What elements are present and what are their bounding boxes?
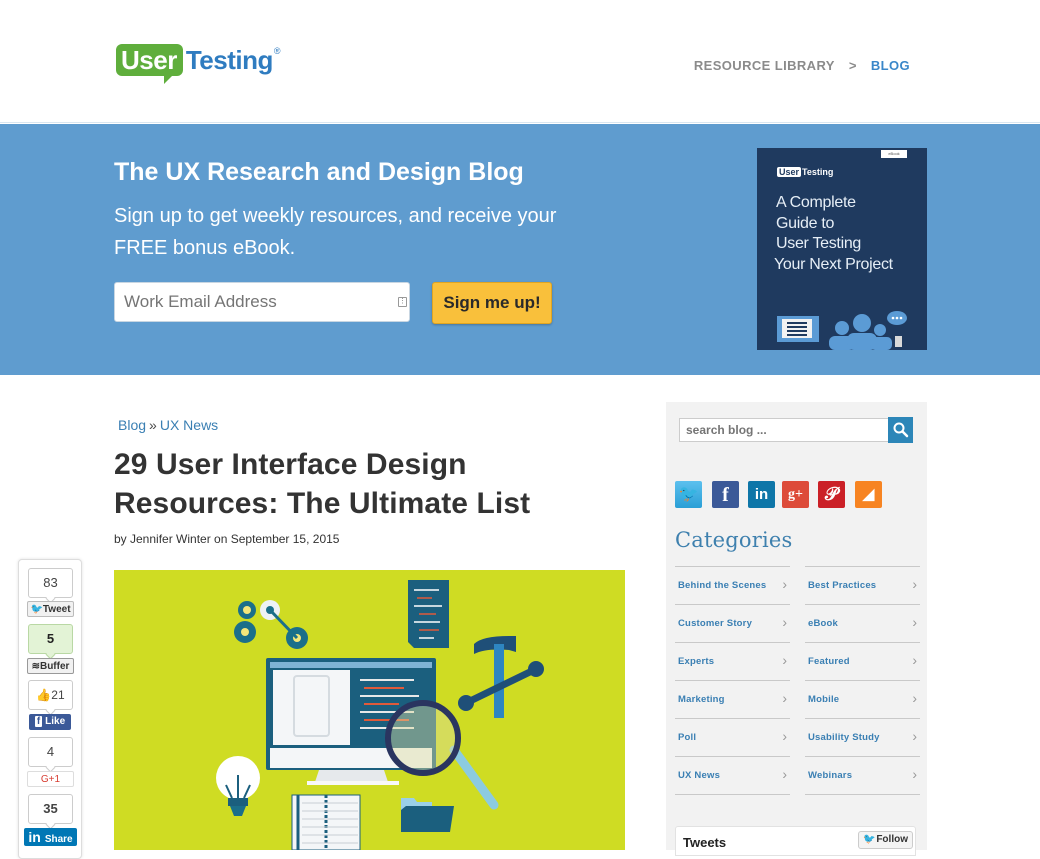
category-featured[interactable]: Featured ›: [805, 642, 920, 680]
magnifying-glass-icon: [385, 700, 499, 810]
folder-icon: [401, 798, 454, 832]
chevron-right-icon: ›: [782, 576, 787, 592]
nav-separator: >: [848, 58, 857, 73]
usertesting-logo[interactable]: User Testing ®: [116, 44, 281, 84]
categories-heading: Categories: [675, 528, 793, 552]
autofill-icon: ⋮: [398, 297, 407, 307]
article-breadcrumb: Blog» UX News: [118, 417, 218, 433]
chevron-right-icon: ›: [782, 652, 787, 668]
buffer-button[interactable]: ≋Buffer: [27, 658, 74, 674]
category-ux-news[interactable]: UX News ›: [675, 756, 790, 794]
twitter-share-count: 83: [28, 568, 73, 598]
sign-me-up-button[interactable]: Sign me up!: [432, 282, 552, 324]
search-button[interactable]: [888, 417, 913, 443]
category-webinars[interactable]: Webinars ›: [805, 756, 920, 794]
category-mobile[interactable]: Mobile ›: [805, 680, 920, 718]
rss-icon[interactable]: ◢: [855, 481, 882, 508]
tools-icon: [458, 636, 544, 718]
facebook-like-button[interactable]: f Like: [29, 714, 71, 730]
ebook-illustration: [777, 311, 907, 350]
google-plus-button[interactable]: G+1: [27, 771, 74, 787]
chevron-right-icon: ›: [782, 766, 787, 782]
chevron-right-icon: ›: [912, 728, 917, 744]
twitter-icon: 🐦: [863, 834, 876, 845]
pinterest-icon[interactable]: 𝒫: [818, 481, 845, 508]
logo-user-text: User: [116, 44, 183, 84]
category-divider: [805, 794, 920, 795]
tweets-heading: Tweets: [683, 835, 727, 850]
facebook-icon[interactable]: f: [712, 481, 739, 508]
post-byline: by Jennifer Winter on September 15, 2015: [114, 532, 340, 546]
lightbulb-icon: [216, 756, 260, 816]
search-icon: [893, 422, 909, 438]
breadcrumb-category-link[interactable]: UX News: [160, 417, 218, 433]
blog-link[interactable]: BLOG: [871, 58, 910, 73]
breadcrumb-separator: »: [149, 417, 157, 433]
chevron-right-icon: ›: [912, 766, 917, 782]
chevron-right-icon: ›: [782, 690, 787, 706]
category-marketing[interactable]: Marketing ›: [675, 680, 790, 718]
ebook-logo: User Testing: [777, 167, 834, 177]
ebook-title: A Complete Guide to User Testing Your Ne…: [774, 194, 893, 273]
buffer-share-count: 5: [28, 624, 73, 654]
linkedin-share-count: 35: [28, 794, 73, 824]
blog-sidebar: 🐦 f in g+ 𝒫 ◢ Categories Behind the Scen…: [666, 402, 927, 856]
resource-library-link[interactable]: RESOURCE LIBRARY: [694, 58, 835, 73]
site-header: User Testing ® RESOURCE LIBRARY > BLOG: [0, 0, 1040, 123]
category-behind-the-scenes[interactable]: Behind the Scenes ›: [675, 566, 790, 604]
gears-icon: [234, 600, 308, 649]
floating-share-bar: 83 🐦Tweet 5 ≋Buffer 👍21 f Like 4 G+1 35 i…: [18, 559, 82, 859]
linkedin-icon[interactable]: in: [748, 481, 775, 508]
thumbs-up-icon: 👍: [36, 688, 52, 702]
twitter-icon: 🐦: [30, 604, 43, 615]
chevron-right-icon: ›: [912, 652, 917, 668]
chevron-right-icon: ›: [912, 614, 917, 630]
linkedin-icon: in: [28, 829, 41, 845]
notebook-icon: [291, 794, 361, 850]
buffer-icon: ≋: [31, 661, 40, 672]
facebook-icon: f: [34, 716, 43, 727]
search-blog-input[interactable]: [679, 418, 889, 442]
chevron-right-icon: ›: [912, 576, 917, 592]
top-breadcrumb-nav: RESOURCE LIBRARY > BLOG: [694, 58, 910, 73]
chevron-right-icon: ›: [782, 728, 787, 744]
code-document-icon: [408, 580, 449, 648]
linkedin-share-button[interactable]: in Share: [24, 828, 77, 846]
category-usability-study[interactable]: Usability Study ›: [805, 718, 920, 756]
google-plus-icon[interactable]: g+: [782, 481, 809, 508]
ui-design-illustration: [216, 580, 544, 850]
ebook-cover[interactable]: eBook User Testing A Complete Guide to Us…: [757, 148, 927, 350]
work-email-input[interactable]: [114, 282, 410, 322]
category-ebook[interactable]: eBook ›: [805, 604, 920, 642]
logo-testing-text: Testing: [185, 45, 274, 75]
breadcrumb-blog-link[interactable]: Blog: [118, 417, 146, 433]
tweets-widget: Tweets 🐦 Follow: [675, 826, 916, 856]
category-divider: [675, 794, 790, 795]
chevron-right-icon: ›: [782, 614, 787, 630]
article-featured-image: [114, 570, 625, 850]
facebook-like-count: 👍21: [28, 680, 73, 710]
tweet-button[interactable]: 🐦Tweet: [27, 601, 74, 617]
twitter-icon[interactable]: 🐦: [675, 481, 702, 508]
category-experts[interactable]: Experts ›: [675, 642, 790, 680]
category-customer-story[interactable]: Customer Story ›: [675, 604, 790, 642]
banner-subtitle: Sign up to get weekly resources, and rec…: [114, 205, 557, 259]
registered-mark: ®: [273, 46, 281, 56]
ebook-tag: eBook: [881, 150, 907, 158]
banner-title: The UX Research and Design Blog: [114, 158, 524, 186]
post-title: 29 User Interface Design Resources: The …: [114, 448, 531, 520]
gplus-share-count: 4: [28, 737, 73, 767]
signup-banner: The UX Research and Design Blog Sign up …: [0, 124, 1040, 375]
category-best-practices[interactable]: Best Practices ›: [805, 566, 920, 604]
category-poll[interactable]: Poll ›: [675, 718, 790, 756]
chevron-right-icon: ›: [912, 690, 917, 706]
twitter-follow-button[interactable]: 🐦 Follow: [858, 831, 913, 849]
